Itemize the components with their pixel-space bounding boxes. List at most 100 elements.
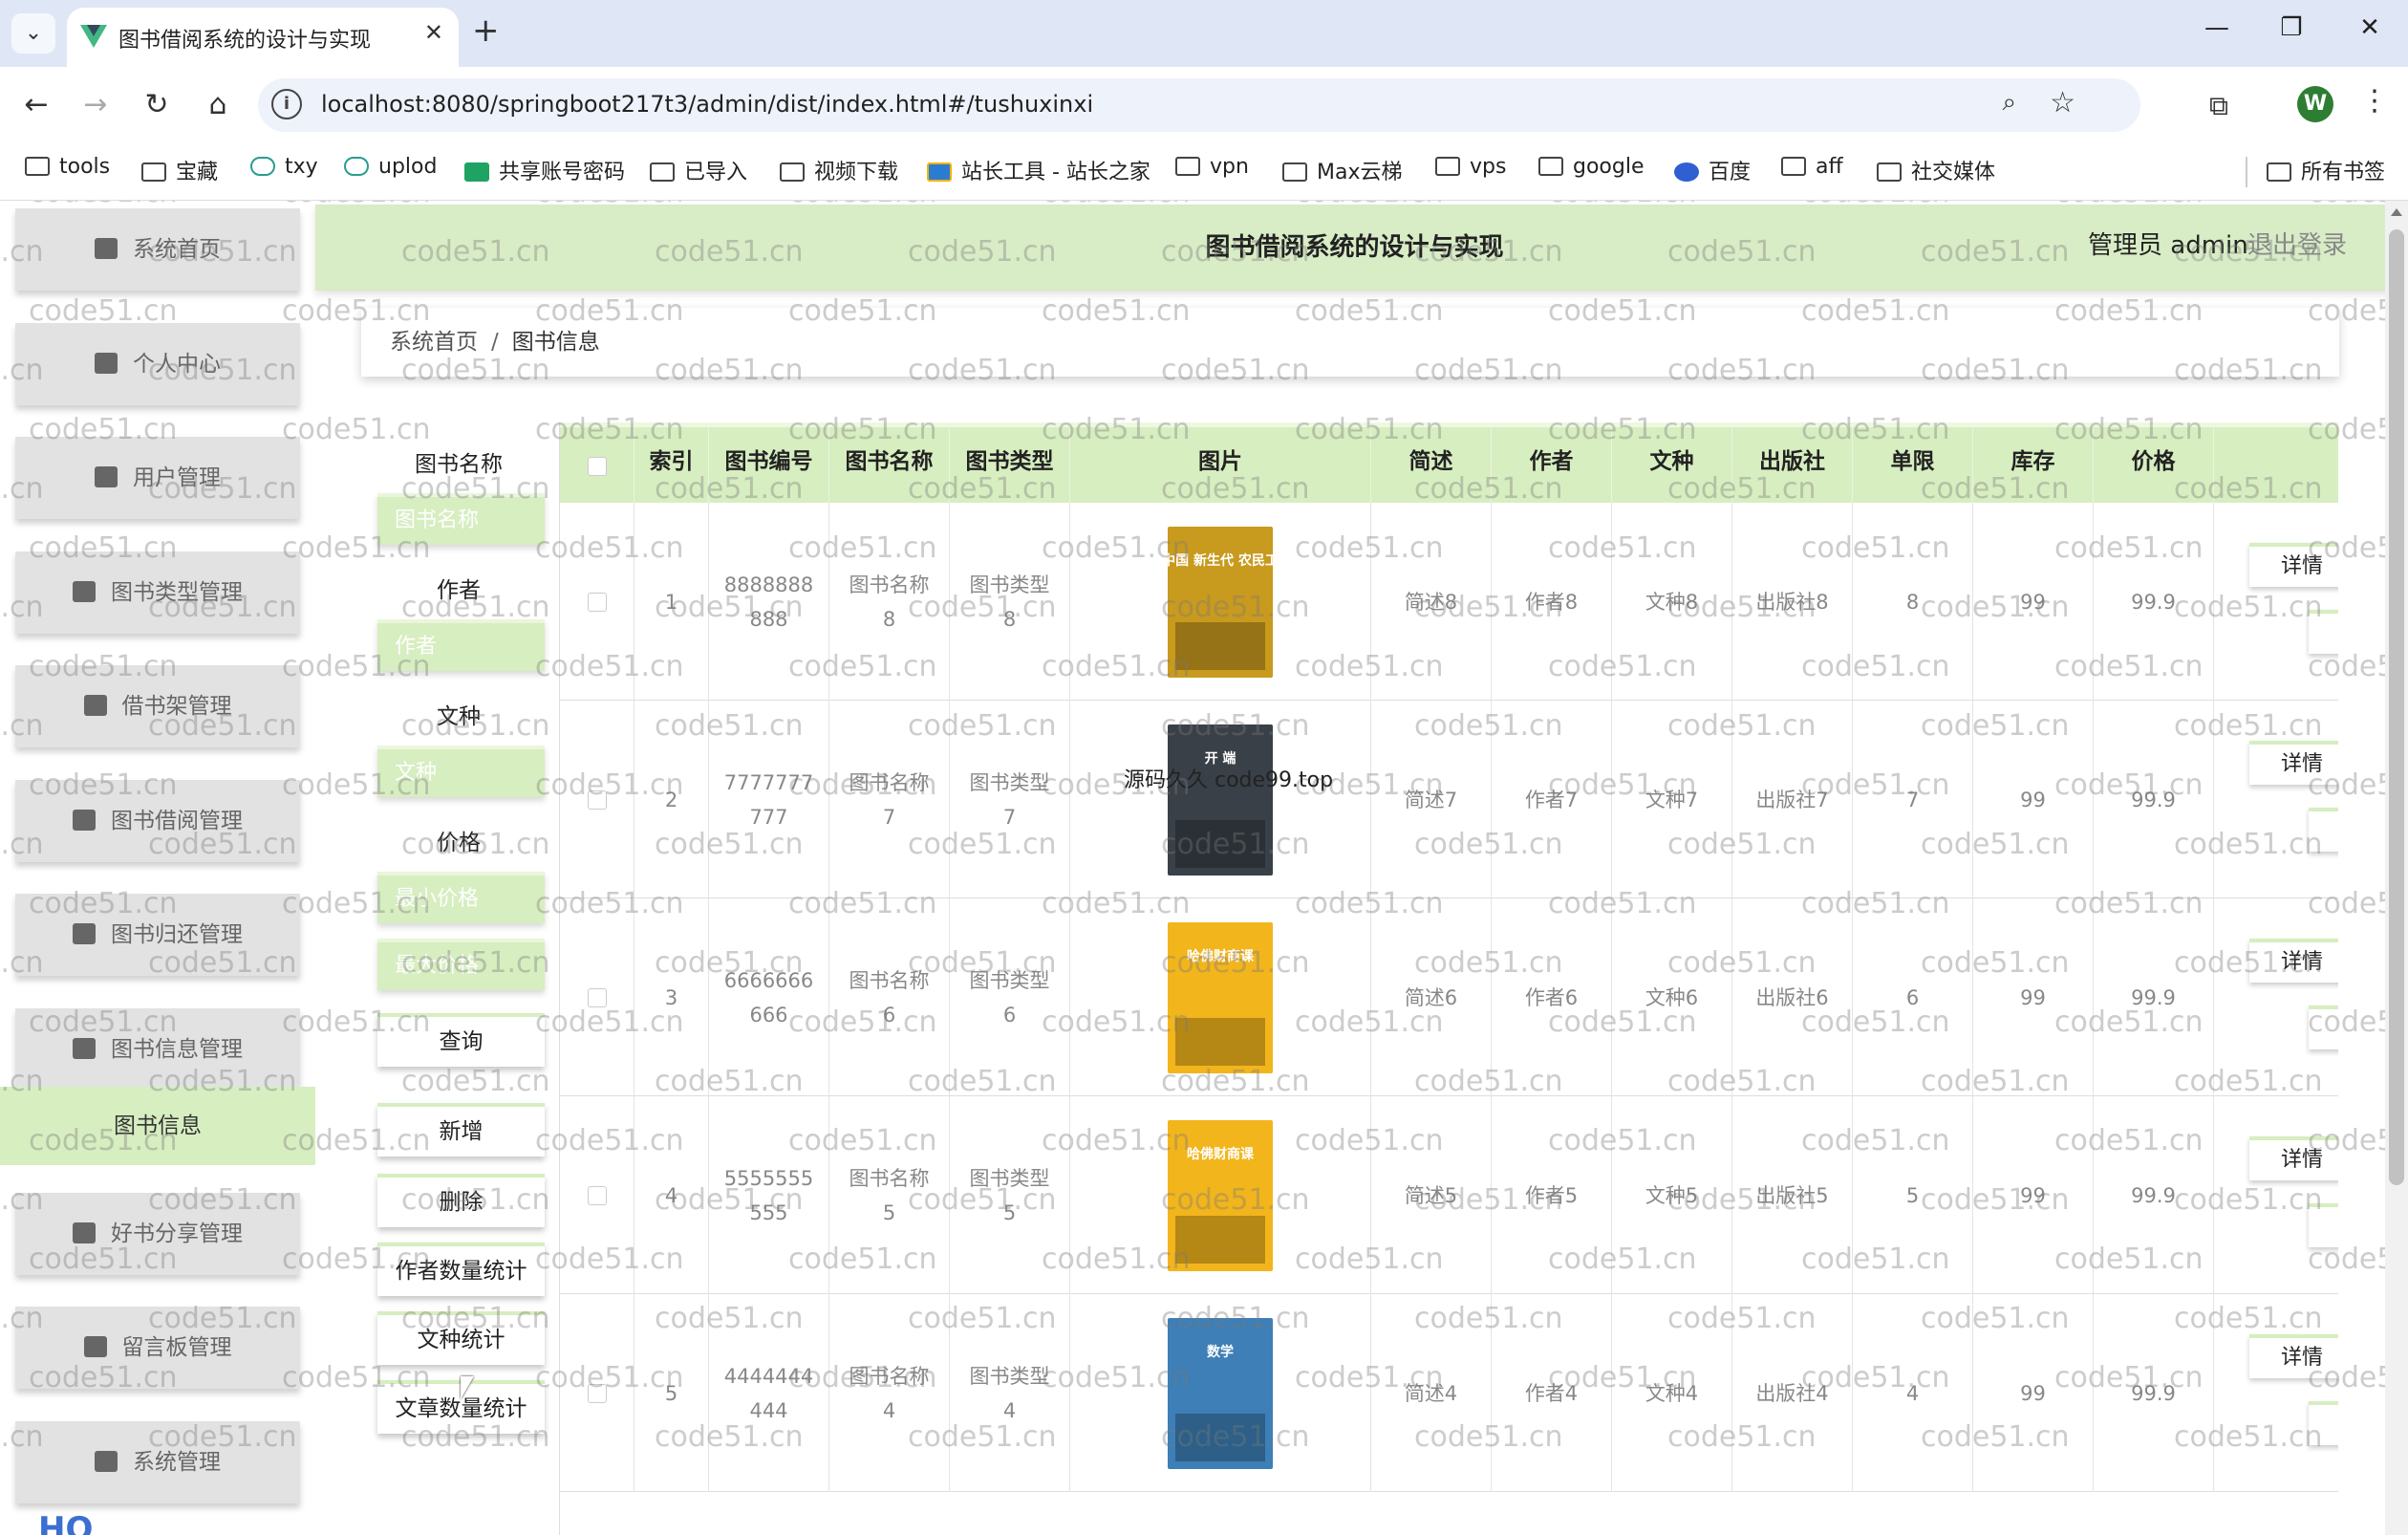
header-brief: 简述 (1371, 427, 1492, 503)
minimize-icon[interactable]: — (2198, 13, 2236, 42)
window-close-icon[interactable]: ✕ (2351, 13, 2389, 42)
sidebar-item-home[interactable]: 系统首页 (15, 208, 300, 291)
cell-name: 图书名称 4 (829, 1294, 950, 1492)
bookmark-max-vpn[interactable]: Max云梯 (1282, 155, 1402, 185)
cell-index: 5 (634, 1294, 709, 1492)
current-user: 管理员 admin (2088, 231, 2248, 260)
detail-button[interactable]: 详情 (2249, 1334, 2338, 1378)
logout-link[interactable]: 退出登录 (2247, 226, 2347, 261)
row-select-cell (560, 1096, 634, 1294)
folder-icon (1435, 157, 1460, 176)
bookmark-google[interactable]: google (1538, 155, 1645, 179)
input-author[interactable]: 作者 (377, 619, 545, 671)
bookmark-star-icon[interactable]: ☆ (2050, 86, 2075, 119)
query-row-button[interactable] (2309, 1401, 2338, 1445)
language-stats-button[interactable]: 文种统计 (377, 1311, 545, 1365)
zoom-icon[interactable]: ⌕ (2002, 88, 2016, 118)
header-name: 图书名称 (829, 427, 950, 503)
cell-stock: 99 (1973, 1294, 2094, 1492)
query-row-button[interactable] (2309, 1203, 2338, 1247)
extensions-icon[interactable]: ⧉ (2209, 90, 2228, 122)
bookmark-aff[interactable]: aff (1781, 155, 1843, 179)
input-book-name[interactable]: 图书名称 (377, 493, 545, 545)
sidebar-item-users[interactable]: 用户管理 (15, 437, 300, 519)
cell-brief: 简述5 (1371, 1096, 1492, 1294)
author-stats-button[interactable]: 作者数量统计 (377, 1243, 545, 1296)
scroll-thumb[interactable] (2389, 229, 2404, 1185)
bookmark-shared-accounts[interactable]: 共享账号密码 (464, 155, 625, 185)
sidebar-item-return[interactable]: 图书归还管理 (15, 894, 300, 976)
breadcrumb-home[interactable]: 系统首页 (390, 330, 478, 355)
bookmark-txy[interactable]: txy (250, 155, 318, 179)
bookmark-imported[interactable]: 已导入 (650, 155, 747, 185)
input-max-price[interactable]: 最大价格 (377, 939, 545, 990)
bookmark-all[interactable]: 所有书签 (2267, 155, 2385, 185)
row-checkbox[interactable] (587, 789, 607, 810)
back-icon[interactable]: ← (15, 88, 57, 121)
query-row-button[interactable] (2309, 610, 2338, 654)
detail-button[interactable]: 详情 (2249, 1136, 2338, 1180)
sidebar-item-book-info[interactable]: 图书信息管理 (15, 1008, 300, 1091)
sidebar-item-book-share[interactable]: 好书分享管理 (15, 1193, 300, 1275)
delete-button[interactable]: 删除 (377, 1174, 545, 1227)
sidebar-item-profile[interactable]: 个人中心 (15, 323, 300, 405)
tab-title: 图书借阅系统的设计与实现 (118, 29, 372, 53)
address-bar[interactable]: i localhost:8080/springboot217t3/admin/d… (258, 78, 2140, 132)
cell-actions (2214, 1096, 2338, 1294)
row-checkbox[interactable] (587, 592, 607, 612)
bookmark-vps[interactable]: vps (1435, 155, 1506, 179)
profile-avatar[interactable]: W (2297, 86, 2333, 122)
sidebar-item-system[interactable]: 系统管理 (15, 1421, 300, 1503)
bookmark-uplod[interactable]: uplod (344, 155, 437, 179)
tab-close-icon[interactable]: ✕ (424, 19, 443, 46)
query-button[interactable]: 查询 (377, 1013, 545, 1067)
sidebar-item-bookshelf[interactable]: 借书架管理 (15, 665, 300, 747)
add-button[interactable]: 新增 (377, 1103, 545, 1157)
sidebar-subitem-book-info[interactable]: 图书信息 (0, 1087, 315, 1165)
bookmark-baozang[interactable]: 宝藏 (141, 155, 218, 185)
tab-search-dropdown-icon[interactable]: ⌄ (11, 13, 55, 54)
forward-icon[interactable]: → (75, 88, 117, 121)
bookmark-chinaz[interactable]: 站长工具 - 站长之家 (927, 155, 1150, 185)
folder-icon (2267, 162, 2291, 182)
cell-publisher: 出版社6 (1732, 898, 1853, 1096)
cover-title: 数学 (1207, 1344, 1234, 1360)
restore-icon[interactable]: ❐ (2272, 13, 2311, 42)
bookmark-divider (2246, 157, 2247, 187)
sidebar-item-borrow[interactable]: 图书借阅管理 (15, 780, 300, 862)
input-language[interactable]: 文种 (377, 746, 545, 797)
bookmark-social-media[interactable]: 社交媒体 (1877, 155, 1995, 185)
bookmark-video-download[interactable]: 视频下载 (780, 155, 898, 185)
home-icon[interactable]: ⌂ (197, 88, 239, 121)
url-text[interactable]: localhost:8080/springboot217t3/admin/dis… (321, 91, 1093, 118)
cover-shade (1175, 1215, 1265, 1264)
site-info-icon[interactable]: i (271, 89, 302, 119)
browser-tab[interactable]: 图书借阅系统的设计与实现 ✕ (67, 8, 459, 67)
cell-publisher: 出版社7 (1732, 701, 1853, 898)
row-checkbox[interactable] (587, 1383, 607, 1403)
bookmark-baidu[interactable]: 百度 (1674, 155, 1751, 185)
scroll-up-icon[interactable] (2391, 208, 2402, 216)
detail-button[interactable]: 详情 (2249, 543, 2338, 587)
detail-button[interactable]: 详情 (2249, 741, 2338, 785)
sidebar-item-guestbook[interactable]: 留言板管理 (15, 1307, 300, 1389)
input-min-price[interactable]: 最小价格 (377, 872, 545, 923)
reload-icon[interactable]: ↻ (136, 88, 178, 121)
browser-menu-icon[interactable]: ⋮ (2360, 84, 2389, 118)
detail-button[interactable]: 详情 (2249, 939, 2338, 983)
query-row-button[interactable] (2309, 808, 2338, 852)
new-tab-button[interactable]: + (472, 11, 500, 50)
row-checkbox[interactable] (587, 1185, 607, 1205)
table-row: 1 8888888 888 图书名称 8 图书类型 8 中国 新生代 农民工 简述8 作者8… (560, 503, 2338, 701)
sidebar-item-book-types[interactable]: 图书类型管理 (15, 551, 300, 634)
select-all-checkbox[interactable] (588, 457, 607, 476)
page-scrollbar[interactable] (2385, 201, 2408, 1535)
grid-icon (83, 1336, 107, 1357)
cell-price: 99.9 (2094, 1096, 2214, 1294)
row-checkbox[interactable] (587, 987, 607, 1007)
bookmark-vpn[interactable]: vpn (1175, 155, 1249, 179)
folder-icon (780, 162, 805, 182)
query-row-button[interactable] (2309, 1005, 2338, 1049)
bookmarks-bar: tools 宝藏 txy uplod 共享账号密码 已导入 视频下载 站长工具 … (0, 143, 2408, 201)
bookmark-tools[interactable]: tools (25, 155, 110, 179)
